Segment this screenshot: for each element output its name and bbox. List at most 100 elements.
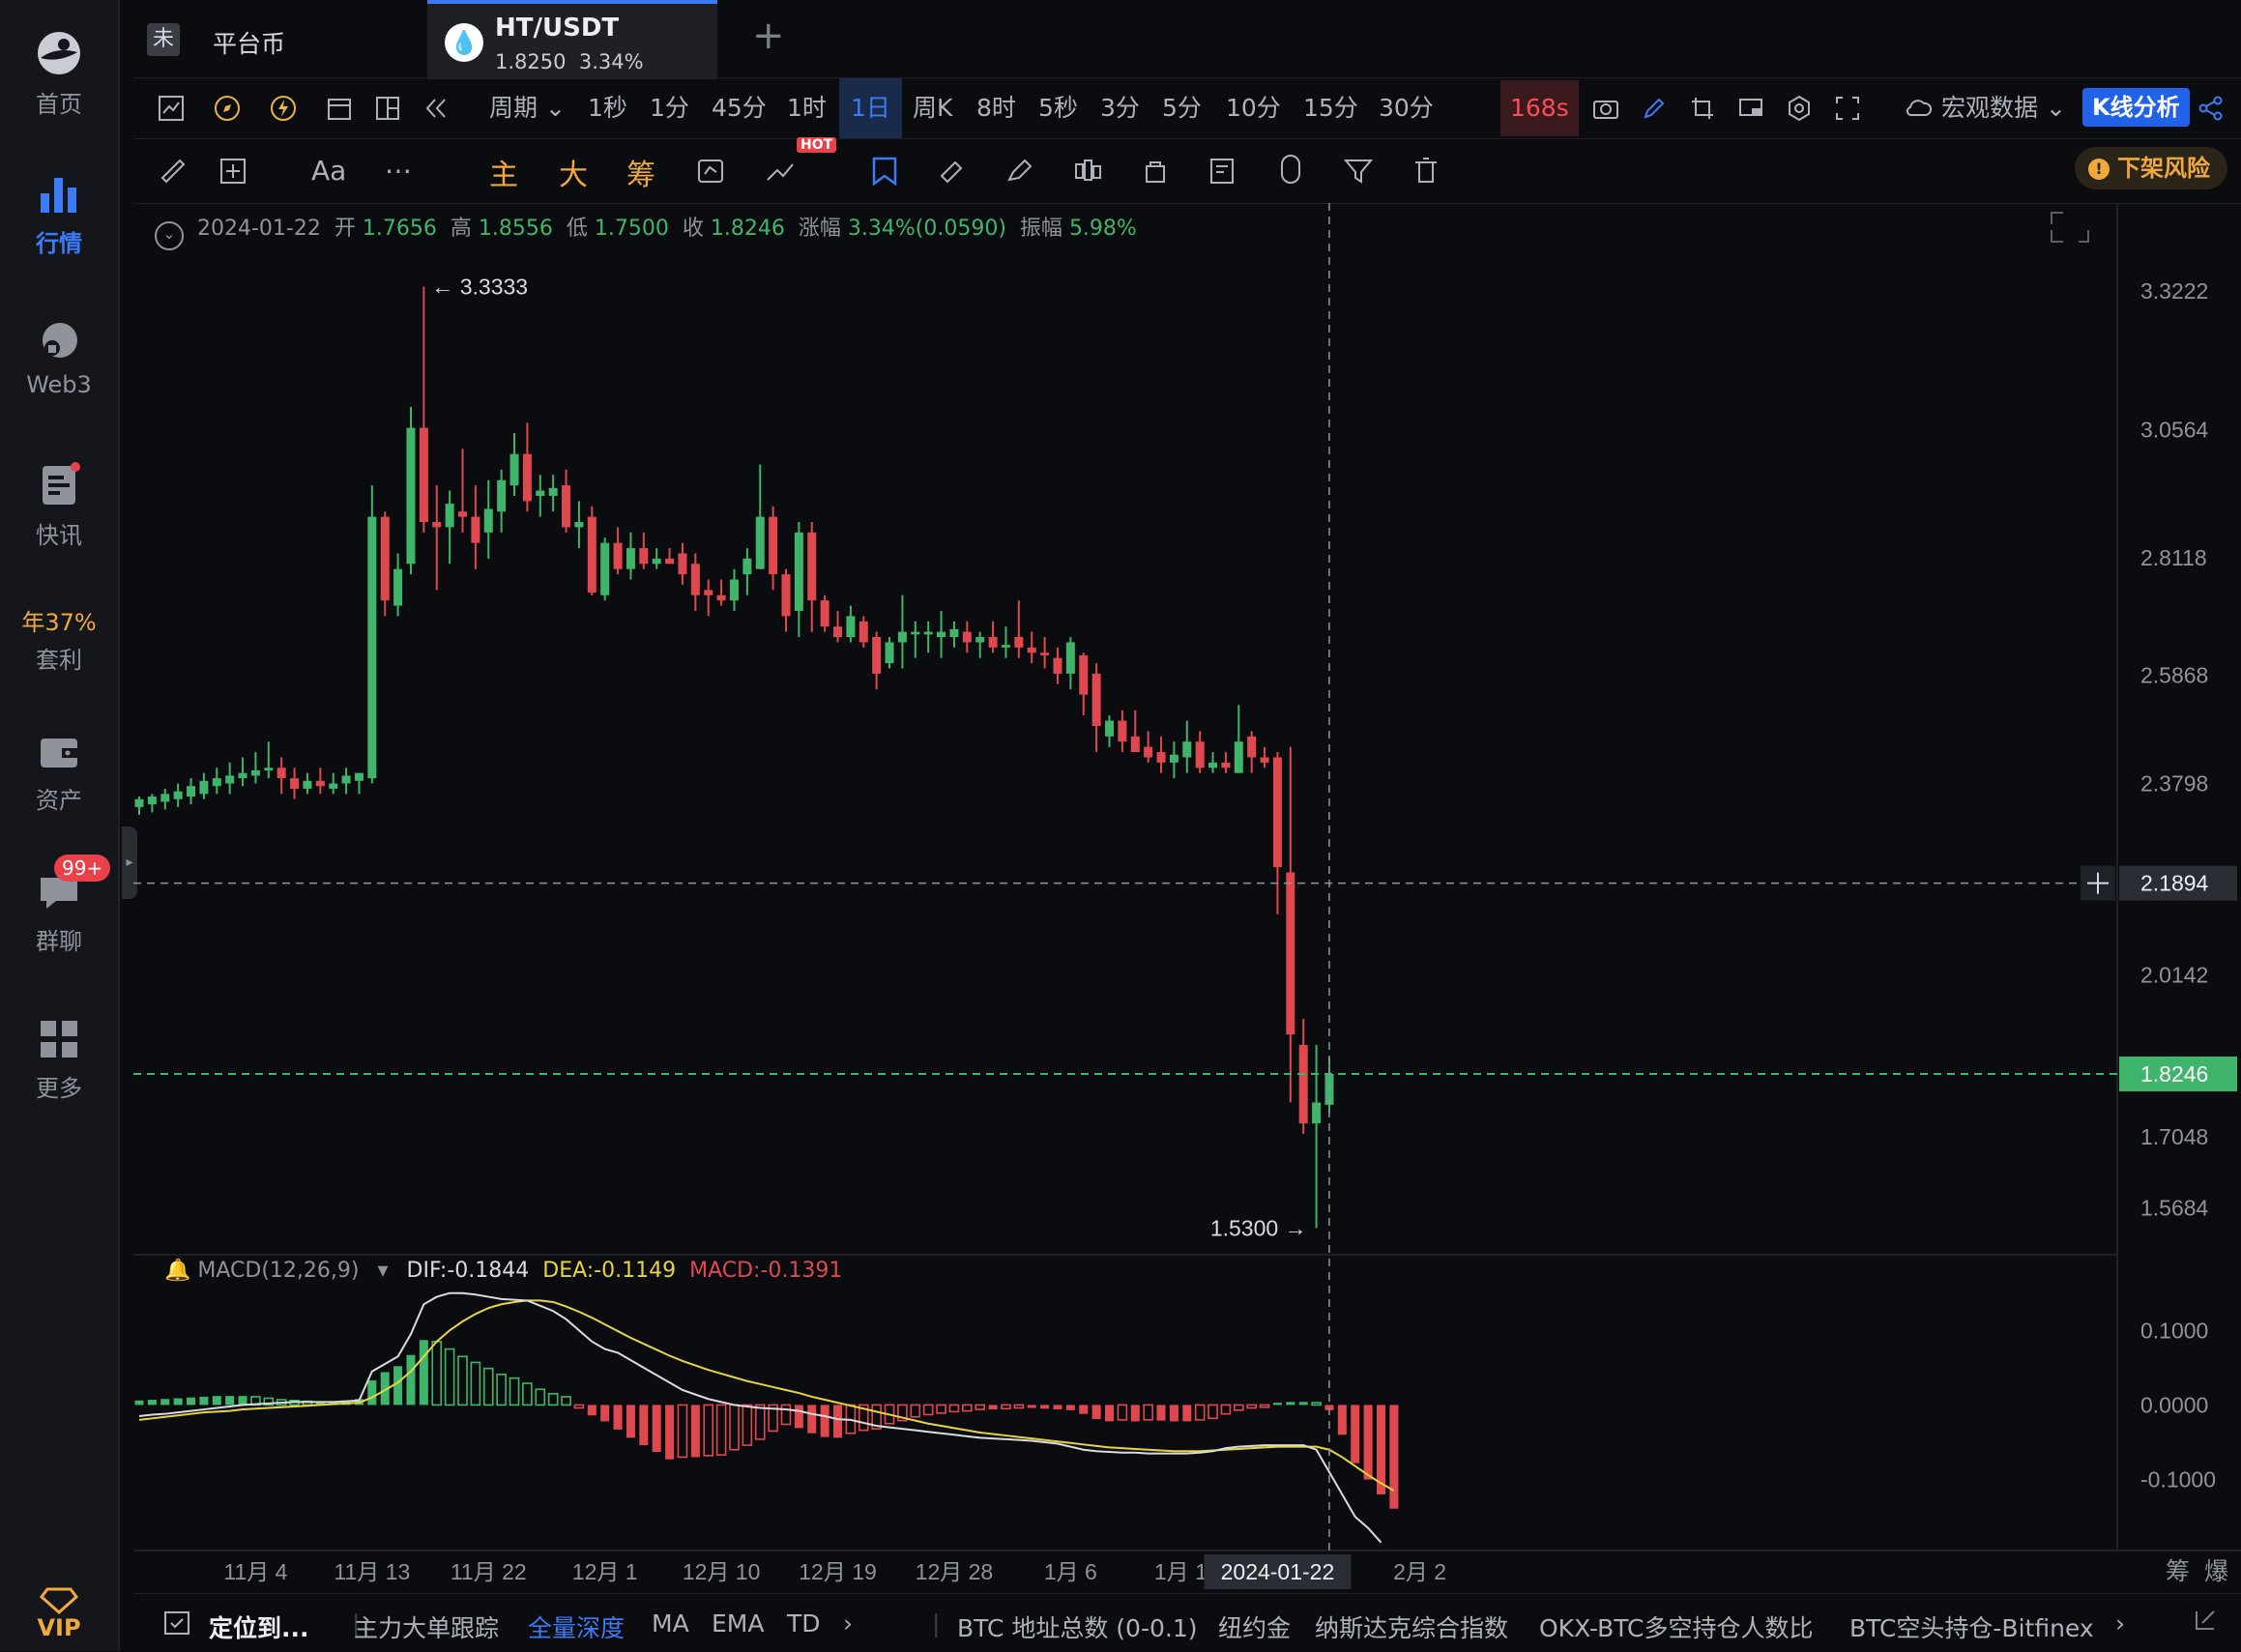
bottom-item-ema[interactable]: EMA xyxy=(712,1609,764,1638)
candle-body xyxy=(134,798,144,807)
candle-body xyxy=(1169,754,1179,763)
dif-value: DIF:-0.1844 xyxy=(406,1259,530,1283)
time-tick-label: 12月 1 xyxy=(572,1559,638,1584)
crosshair-price-label: 2.1894 xyxy=(2140,871,2209,896)
candle-body xyxy=(794,532,803,611)
candle-body xyxy=(1144,746,1153,758)
macd-histogram-bar xyxy=(535,1388,546,1406)
candle-body xyxy=(187,786,196,797)
candle-body xyxy=(225,775,235,784)
macd-histogram-bar xyxy=(910,1404,921,1418)
divider: | xyxy=(932,1609,941,1638)
macd-histogram-bar xyxy=(1182,1405,1192,1422)
macd-histogram-bar xyxy=(419,1340,428,1406)
macd-histogram-bar xyxy=(988,1405,998,1410)
macd-histogram-bar xyxy=(1363,1405,1373,1480)
time-tick-label: 2024-01-22 xyxy=(1221,1559,1335,1584)
macro-item-nasdaq[interactable]: 纳斯达克综合指数 xyxy=(1315,1609,1508,1644)
price-tick-label: 1.7048 xyxy=(2140,1124,2208,1149)
dea-line xyxy=(138,1299,1395,1492)
candle-body xyxy=(639,548,649,565)
candle-body xyxy=(937,631,946,638)
candle-body xyxy=(1053,657,1062,674)
macd-histogram-bar xyxy=(1065,1405,1075,1410)
candle-body xyxy=(690,564,700,595)
bell-icon[interactable]: 🔔 xyxy=(164,1259,190,1283)
candle-body xyxy=(1118,720,1127,742)
price-tick-label: 3.0564 xyxy=(2140,418,2209,443)
price-tick-label: 2.5868 xyxy=(2140,663,2208,688)
bottom-item-big-orders[interactable]: 主力大单跟踪 xyxy=(354,1609,499,1644)
candle-body xyxy=(471,516,480,543)
macd-tick-label: 0.0000 xyxy=(2140,1392,2208,1417)
candle-body xyxy=(199,780,209,795)
macd-histogram-bar xyxy=(187,1397,196,1406)
candle-body xyxy=(406,427,416,565)
macd-histogram-bar xyxy=(1194,1404,1206,1421)
candle-body xyxy=(1105,720,1114,737)
time-tick-label: 11月 13 xyxy=(334,1559,410,1584)
candle-body xyxy=(1156,752,1166,763)
chevron-right-icon[interactable]: › xyxy=(843,1609,853,1638)
macd-histogram-bar xyxy=(794,1405,803,1429)
dea-value: DEA:-0.1149 xyxy=(542,1259,677,1283)
macro-item-btc-short[interactable]: BTC空头持仓-Bitfinex xyxy=(1849,1609,2094,1644)
macd-histogram-bar xyxy=(393,1366,403,1406)
chevron-right-icon[interactable]: › xyxy=(2115,1609,2125,1638)
candle-body xyxy=(885,642,894,664)
time-tick-label: 12月 28 xyxy=(916,1559,994,1584)
candle-body xyxy=(1260,757,1269,763)
candle-body xyxy=(562,485,571,528)
macd-histogram-bar xyxy=(613,1405,623,1430)
macd-histogram-bar xyxy=(238,1396,247,1406)
macd-histogram-bar xyxy=(833,1405,843,1438)
expand-chart-icon xyxy=(2051,212,2089,243)
price-tick-label: 1.5684 xyxy=(2140,1196,2209,1221)
candle-body xyxy=(250,769,260,776)
candle-body xyxy=(147,797,157,805)
candlestick-chart[interactable]: 3.3222 3.0564 2.8118 2.5868 2.3798 2.1894 2.01… xyxy=(0,0,2241,1593)
macd-tick-label: -0.1000 xyxy=(2140,1467,2216,1493)
macro-item-ny-gold[interactable]: 纽约金 xyxy=(1218,1609,1291,1644)
candle-body xyxy=(173,791,183,799)
macd-histogram-bar xyxy=(406,1354,416,1406)
candle-body xyxy=(1130,736,1140,753)
macd-histogram-bar xyxy=(742,1404,753,1446)
candle-body xyxy=(872,637,882,674)
macd-histogram-bar xyxy=(1337,1405,1347,1435)
candle-body xyxy=(975,637,985,643)
time-tick-label: 1月 6 xyxy=(1044,1559,1097,1584)
macd-histogram-bar xyxy=(431,1341,443,1406)
candle-body xyxy=(212,778,221,787)
locate-button[interactable]: 定位到... xyxy=(209,1609,309,1644)
macd-tick-label: 0.1000 xyxy=(2140,1318,2208,1343)
calendar-check-icon[interactable] xyxy=(162,1608,191,1642)
bottom-item-full-depth[interactable]: 全量深度 xyxy=(528,1609,625,1644)
macd-histogram-bar xyxy=(1117,1404,1128,1421)
time-tick-label: 11月 22 xyxy=(451,1559,527,1584)
macro-item-btc-address[interactable]: BTC 地址总数 (0-0.1) xyxy=(957,1609,1198,1644)
bottom-item-td[interactable]: TD xyxy=(787,1609,821,1638)
macd-histogram-bar xyxy=(1234,1404,1244,1411)
candle-body xyxy=(949,628,959,638)
macd-histogram-bar xyxy=(1053,1405,1062,1410)
macd-histogram-bar xyxy=(470,1361,481,1406)
time-tick-label: 12月 10 xyxy=(683,1559,761,1584)
macd-histogram-bar xyxy=(1001,1404,1011,1410)
macd-histogram-bar xyxy=(225,1396,235,1406)
candle-body xyxy=(755,516,765,569)
macd-histogram-bar xyxy=(703,1404,714,1457)
macd-histogram-bar xyxy=(1311,1402,1322,1406)
macd-histogram-bar xyxy=(1130,1405,1140,1422)
macd-histogram-bar xyxy=(134,1400,144,1406)
macro-item-okx-ratio[interactable]: OKX-BTC多空持仓人数比 xyxy=(1539,1609,1814,1644)
sidebar-item-vip[interactable]: VIP xyxy=(0,1585,118,1641)
macd-histogram-bar xyxy=(1298,1402,1308,1406)
macd-dropdown-icon[interactable]: ▾ xyxy=(378,1259,389,1283)
candle-body xyxy=(613,542,623,569)
bottom-item-ma[interactable]: MA xyxy=(652,1609,689,1638)
expand-corner-icon[interactable] xyxy=(2193,1608,2218,1638)
macd-histogram-bar xyxy=(715,1404,727,1456)
candle-body xyxy=(432,522,442,528)
macd-legend: 🔔 MACD(12,26,9) ▾ DIF:-0.1844 DEA:-0.114… xyxy=(164,1259,842,1283)
